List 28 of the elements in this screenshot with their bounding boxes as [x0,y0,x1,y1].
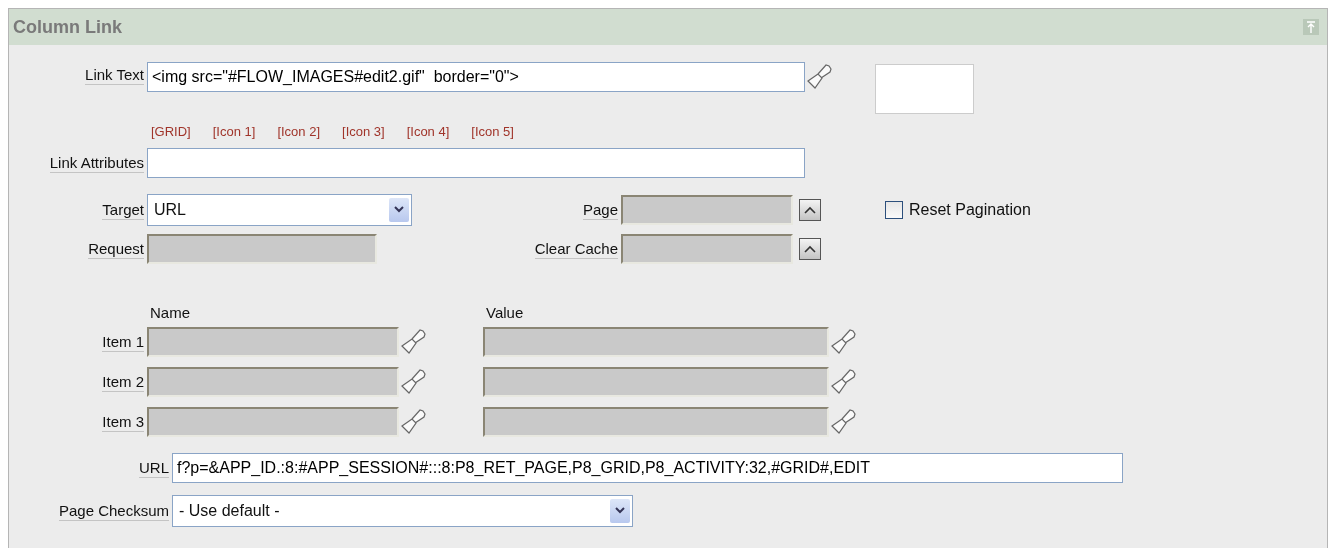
shortcut-link[interactable]: [Icon 5] [471,124,514,146]
field-label[interactable]: Link Attributes [49,154,144,173]
field-label[interactable]: Link Text [85,66,144,85]
shortcut-link[interactable]: [GRID] [151,124,191,146]
target-select[interactable]: URL [147,194,412,226]
shortcut-link[interactable]: [Icon 3] [342,124,385,146]
shortcut-link[interactable]: [Icon 2] [277,124,320,146]
chevron-down-icon [393,206,405,214]
page-checksum-select[interactable]: - Use default - [172,495,633,527]
url-field[interactable]: f?p=&APP_ID.:8:#APP_SESSION#:::8:P8_RET_PAGE,P8_GRID,P8_ACTIVITY:32,#GRID#,EDIT [172,453,1123,483]
field-label[interactable]: Target [102,201,144,220]
popup-button[interactable] [799,238,821,260]
field-label[interactable]: Page Checksum [58,502,169,521]
panel-title: Column Link [13,16,122,38]
column-header: Name [149,304,191,321]
popup-button[interactable] [799,199,821,221]
chevron-down-icon [614,507,626,515]
column-header: Value [485,304,525,321]
reset-pagination-checkbox[interactable] [885,201,903,219]
shortcut-link[interactable]: [Icon 1] [212,124,256,146]
arrow-up-icon[interactable] [1303,19,1319,35]
chevron-up-icon [803,244,817,254]
checkbox-label: Reset Pagination [909,201,1031,219]
link-attributes-field[interactable] [147,148,805,178]
shortcut-link[interactable]: [Icon 4] [406,124,450,146]
chevron-up-icon [803,205,817,215]
link-text-field[interactable]: <img src="#FLOW_IMAGES#edit2.gif" border="0"> [147,62,805,92]
field-label[interactable]: URL [139,459,169,478]
